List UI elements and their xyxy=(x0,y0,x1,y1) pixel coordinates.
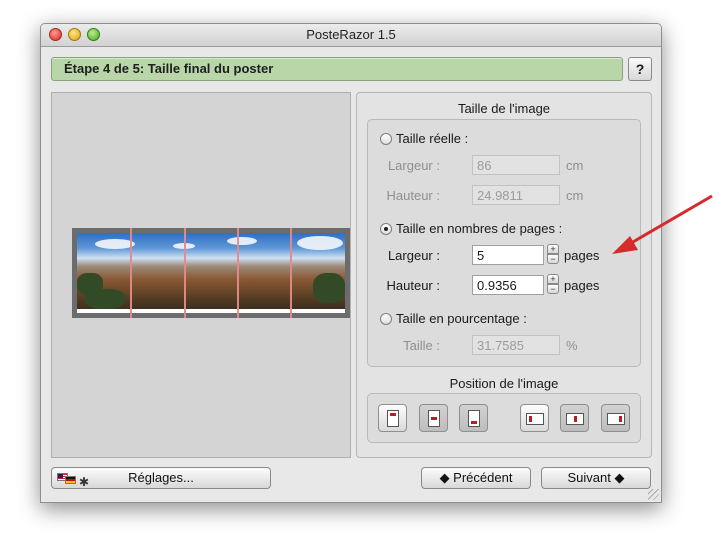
settings-label: Réglages... xyxy=(128,470,194,485)
page-cut-line xyxy=(290,228,292,318)
align-center-button[interactable] xyxy=(419,404,448,432)
step-header: Étape 4 de 5: Taille final du poster xyxy=(51,57,623,81)
posterazor-window: PosteRazor 1.5 Étape 4 de 5: Taille fina… xyxy=(40,23,662,503)
image-position-group xyxy=(367,393,641,443)
percent-size-field[interactable]: 31.7585 xyxy=(472,335,560,355)
page-cut-line xyxy=(237,228,239,318)
pages-width-field[interactable]: 5 xyxy=(472,245,544,265)
radio-label: Taille réelle : xyxy=(396,131,469,146)
help-button[interactable]: ? xyxy=(628,57,652,81)
step-title: Étape 4 de 5: Taille final du poster xyxy=(64,61,274,76)
language-flags-icon: ✱ xyxy=(57,473,91,489)
page-cut-line xyxy=(130,228,132,318)
zoom-button[interactable] xyxy=(87,28,100,41)
next-button[interactable]: Suivant ◆ xyxy=(541,467,651,489)
pages-height-label: Hauteur : xyxy=(386,278,440,293)
align-left-button[interactable] xyxy=(520,404,549,432)
pages-height-stepper[interactable]: + − xyxy=(547,274,560,295)
gear-icon: ✱ xyxy=(79,475,90,489)
radio-label: Taille en nombres de pages : xyxy=(396,221,563,236)
stepper-down[interactable]: − xyxy=(547,254,559,264)
close-button[interactable] xyxy=(49,28,62,41)
percent-size-unit: % xyxy=(566,338,578,353)
percent-size-label: Taille : xyxy=(403,338,440,353)
pages-width-stepper[interactable]: + − xyxy=(547,244,560,265)
real-width-unit: cm xyxy=(566,158,584,173)
align-middle-button[interactable] xyxy=(560,404,589,432)
panorama-image xyxy=(77,233,345,309)
pages-width-unit: pages xyxy=(564,248,600,263)
radio-button[interactable] xyxy=(380,312,392,325)
radio-pages-size[interactable]: Taille en nombres de pages : xyxy=(380,221,562,236)
align-bottom-button[interactable] xyxy=(459,404,488,432)
pages-height-field[interactable]: 0.9356 xyxy=(472,275,544,295)
radio-button[interactable] xyxy=(380,222,392,235)
real-height-field[interactable]: 24.9811 xyxy=(472,185,560,205)
pages-height-unit: pages xyxy=(564,278,600,293)
radio-percent-size[interactable]: Taille en pourcentage : xyxy=(380,311,527,326)
stepper-up[interactable]: + xyxy=(547,244,559,254)
poster-thumbnail xyxy=(72,228,350,318)
align-right-button[interactable] xyxy=(601,404,630,432)
previous-button[interactable]: ◆ Précédent xyxy=(421,467,531,489)
radio-label: Taille en pourcentage : xyxy=(396,311,527,326)
image-position-title: Position de l'image xyxy=(449,376,559,391)
radio-real-size[interactable]: Taille réelle : xyxy=(380,131,468,146)
poster-preview xyxy=(51,92,351,458)
real-height-unit: cm xyxy=(566,188,584,203)
align-top-button[interactable] xyxy=(378,404,407,432)
real-width-field[interactable]: 86 xyxy=(472,155,560,175)
resize-grip[interactable] xyxy=(648,489,659,500)
settings-panel: Taille de l'image Taille réelle : Largeu… xyxy=(356,92,652,458)
settings-button[interactable]: ✱ Réglages... xyxy=(51,467,271,489)
stepper-down[interactable]: − xyxy=(547,284,559,294)
title-bar: PosteRazor 1.5 xyxy=(41,24,661,47)
page-cut-line xyxy=(184,228,186,318)
radio-button[interactable] xyxy=(380,132,392,145)
pages-width-label: Largeur : xyxy=(387,248,440,263)
window-controls xyxy=(49,28,100,41)
window-title: PosteRazor 1.5 xyxy=(306,27,396,42)
minimize-button[interactable] xyxy=(68,28,81,41)
image-size-title: Taille de l'image xyxy=(457,101,551,116)
stepper-up[interactable]: + xyxy=(547,274,559,284)
real-width-label: Largeur : xyxy=(387,158,440,173)
real-height-label: Hauteur : xyxy=(386,188,440,203)
page-overflow-strip xyxy=(77,309,345,313)
annotation-arrow-icon xyxy=(612,194,713,254)
